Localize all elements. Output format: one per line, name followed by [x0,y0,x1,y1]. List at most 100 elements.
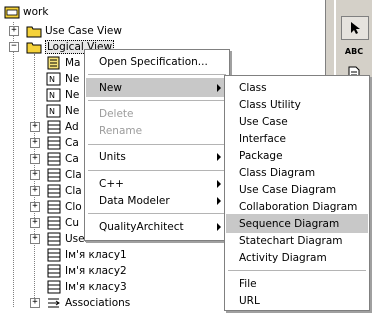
submenu-arrow-icon [217,197,221,205]
menu-item-data-modeler[interactable]: Data Modeler [86,191,228,210]
submenu-item-label: Class [239,81,267,94]
class-diagram-icon [47,56,60,70]
collapse-minus-icon[interactable]: − [9,42,19,52]
selection-tool-button[interactable] [341,16,369,40]
tree-item-child[interactable]: + User [30,231,89,247]
submenu-arrow-icon [217,153,221,161]
new-submenu: Class Class Utility Use Case Interface P… [224,75,370,311]
submenu-item-label: Package [239,149,283,162]
submenu-item-label: Interface [239,132,287,145]
tree-item-label: Ім'я класу1 [65,249,127,261]
svg-text:N: N [49,75,55,84]
folder-open-icon [4,6,20,19]
tree-item-label: Clo [65,201,82,213]
class-icon [47,120,61,134]
expand-plus-icon[interactable]: + [30,154,40,164]
tree-item-label: Ma [65,57,81,69]
tree-item-label: Use Case View [45,25,122,37]
tree-item-label: Cu [65,217,79,229]
menu-item-label: QualityArchitect [99,220,184,233]
tree-item-label: Ca [65,153,79,165]
expand-plus-icon[interactable]: + [9,26,19,36]
menu-item-label: Units [99,150,126,163]
svg-text:N: N [49,107,55,116]
tree-item-child[interactable]: Ім'я класу1 [46,247,127,263]
expand-plus-icon[interactable]: + [30,298,40,308]
submenu-item-label: Sequence Diagram [239,217,340,230]
associations-icon [48,298,60,308]
sequence-diagram-icon: N [46,88,61,102]
submenu-item-label: Class Diagram [239,166,316,179]
expand-plus-icon[interactable]: + [30,202,40,212]
tree-root-label: work [23,6,49,18]
submenu-item-url[interactable]: URL [226,291,368,310]
tree-item-label: Ne [65,73,80,85]
menu-item-new[interactable]: New [86,78,228,97]
tree-item-child[interactable]: + Ca [30,135,79,151]
tree-item-label: Ne [65,89,80,101]
tree-item-label: Ім'я класу3 [65,281,127,293]
class-icon [47,264,61,278]
folder-icon [26,26,42,38]
tree-item-child[interactable]: + Ca [30,151,79,167]
class-icon [47,280,61,294]
tree-item-child[interactable]: + Cla [30,183,82,199]
menu-item-open-specification[interactable]: Open Specification... [86,52,228,71]
tree-item-child[interactable]: N Ne [46,103,79,119]
submenu-item-label: Statechart Diagram [239,234,343,247]
tree-item-label: Associations [65,297,131,309]
svg-text:N: N [49,91,55,100]
menu-item-label: New [99,81,122,94]
submenu-item-label: Activity Diagram [239,251,327,264]
tree-item-child[interactable]: N Ne [46,71,79,87]
sequence-diagram-icon: N [46,72,61,86]
menu-item-label: C++ [99,177,124,190]
class-icon [47,200,61,214]
tree-item-label: Ім'я класу2 [65,265,127,277]
tree-item-child[interactable]: + Cu [30,215,79,231]
text-tool-label: ABC [344,46,364,56]
menu-item-label: Rename [99,124,143,137]
menu-item-label: Delete [99,107,134,120]
tree-item-child[interactable]: Ім'я класу3 [46,279,127,295]
submenu-item-label: Use Case Diagram [239,183,337,196]
menu-item-quality-architect[interactable]: QualityArchitect [86,217,228,236]
tree-item-child[interactable]: + Cla [30,167,82,183]
text-tool-button[interactable]: ABC [341,40,367,62]
expand-plus-icon[interactable]: + [30,218,40,228]
class-icon [47,168,61,182]
tree-item-child[interactable]: + Ad [30,119,79,135]
tree-item-label: Cla [65,185,82,197]
menu-item-units[interactable]: Units [86,147,228,166]
submenu-arrow-icon [217,84,221,92]
tree-item-child[interactable]: + Clo [30,199,82,215]
submenu-item-label: URL [239,294,260,307]
tree-item-label: Ad [65,121,79,133]
tree-item-associations[interactable]: + Associations [30,295,130,311]
tree-item-child[interactable]: Ім'я класу2 [46,263,127,279]
expand-plus-icon[interactable]: + [30,234,40,244]
expand-plus-icon[interactable]: + [30,122,40,132]
menu-item-rename[interactable]: Rename [86,121,228,140]
menu-item-label: Data Modeler [99,194,170,207]
tree-root[interactable]: work [4,4,48,20]
expand-plus-icon[interactable]: + [30,138,40,148]
class-icon [47,248,61,262]
expand-plus-icon[interactable]: + [30,186,40,196]
submenu-item-label: Collaboration Diagram [239,200,358,213]
tree-item-label: Ca [65,137,79,149]
class-icon [47,232,61,246]
sequence-diagram-icon: N [46,104,61,118]
tree-item-use-case-view[interactable]: + Use Case View [9,23,122,39]
context-menu: Open Specification... New Delete Rename … [84,49,230,241]
submenu-item-label: Class Utility [239,98,301,111]
submenu-arrow-icon [217,180,221,188]
submenu-item-activity-diagram[interactable]: Activity Diagram [226,248,368,267]
submenu-item-label: File [239,277,257,290]
submenu-item-label: Use Case [239,115,288,128]
submenu-arrow-icon [217,223,221,231]
tree-item-child[interactable]: N Ne [46,87,79,103]
expand-plus-icon[interactable]: + [30,170,40,180]
class-icon [47,184,61,198]
tree-item-child[interactable]: Ma [46,55,81,71]
